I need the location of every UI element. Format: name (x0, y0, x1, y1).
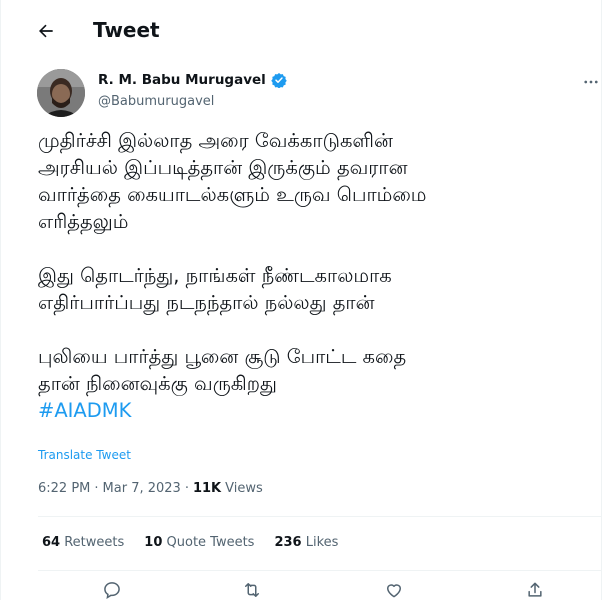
retweets-stat[interactable]: 64 Retweets (42, 535, 124, 550)
meta-separator: · (184, 481, 189, 496)
tweet-line: எதிர்பார்ப்பது நடநந்தால் நல்லது தான் (38, 291, 375, 314)
arrow-left-icon (39, 24, 53, 38)
retweet-icon (245, 583, 259, 597)
translate-tweet-link[interactable]: Translate Tweet (38, 448, 131, 462)
tweet-meta: 6:22 PM · Mar 7, 2023 · 11K Views (38, 481, 263, 496)
retweets-label: Retweets (64, 535, 125, 550)
tweet-line: அரசியல் இப்படித்தான் இருக்கும் தவரான (38, 156, 408, 179)
quote-tweets-stat[interactable]: 10 Quote Tweets (144, 535, 254, 550)
engagement-stats: 64 Retweets 10 Quote Tweets 236 Likes (42, 535, 338, 550)
more-options-button[interactable] (579, 70, 602, 94)
reply-icon (104, 582, 120, 600)
like-button[interactable] (384, 580, 404, 600)
reply-button[interactable] (102, 580, 122, 600)
author-handle[interactable]: @Babumurugavel (98, 94, 214, 109)
divider (38, 570, 602, 571)
avatar[interactable] (37, 69, 85, 117)
divider (38, 516, 602, 517)
hashtag-link[interactable]: #AIADMK (38, 399, 131, 422)
retweet-button[interactable] (242, 580, 262, 600)
meta-separator: · (94, 481, 99, 496)
more-icon (584, 80, 598, 84)
author-name-row: R. M. Babu Murugavel (98, 72, 287, 88)
quotes-label: Quote Tweets (166, 535, 255, 550)
tweet-line: தான் நினைவுக்கு வருகிறது (38, 372, 277, 395)
share-icon (528, 582, 542, 597)
retweets-count: 64 (42, 535, 61, 550)
quotes-count: 10 (144, 535, 163, 550)
tweet-line: எரித்தலும் (38, 210, 129, 233)
tweet-page: Tweet R. M. Babu Murugavel @Babumurugave… (0, 0, 602, 600)
page-title: Tweet (93, 18, 160, 42)
verified-badge-icon (271, 73, 287, 88)
tweet-date[interactable]: Mar 7, 2023 (103, 481, 181, 496)
tweet-text: முதிர்ச்சி இல்லாத அரை வேக்காடுகளின் அரசி… (38, 127, 578, 424)
views-count: 11K (192, 481, 222, 496)
likes-stat[interactable]: 236 Likes (274, 535, 338, 550)
tweet-line: இது தொடர்ந்து, நாங்கள் நீண்டகாலமாக (38, 264, 392, 287)
tweet-actions-bar (1, 577, 602, 600)
tweet-line: புலியை பார்த்து பூனை சூடு போட்ட கதை (38, 345, 407, 368)
back-button[interactable] (31, 16, 61, 46)
author-display-name[interactable]: R. M. Babu Murugavel (98, 72, 266, 88)
tweet-line: முதிர்ச்சி இல்லாத அரை வேக்காடுகளின் (38, 129, 393, 152)
tweet-line: வார்த்தை கையாடல்களும் உருவ பொம்மை (38, 183, 427, 206)
likes-label: Likes (305, 535, 339, 550)
like-icon (387, 584, 401, 598)
tweet-time[interactable]: 6:22 PM (38, 481, 90, 496)
views-label: Views (225, 481, 263, 496)
likes-count: 236 (274, 535, 302, 550)
avatar-image (37, 69, 85, 117)
header: Tweet (1, 0, 602, 62)
share-button[interactable] (525, 580, 545, 600)
